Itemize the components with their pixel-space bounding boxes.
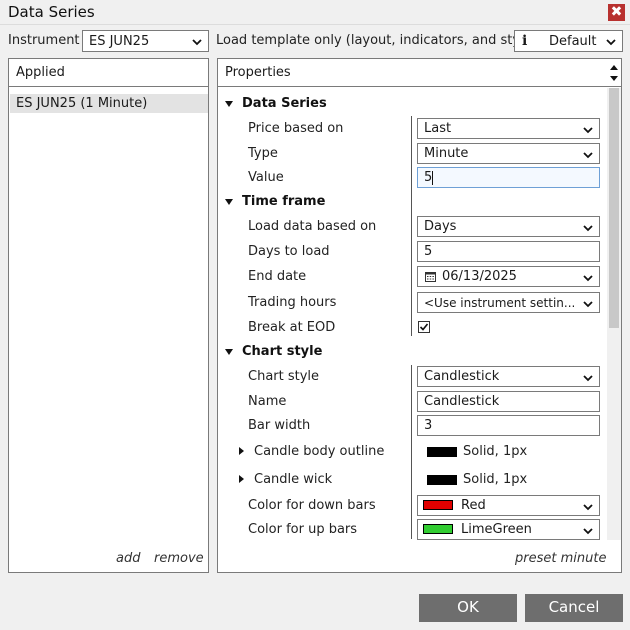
days-to-load-value: 5 [424, 244, 433, 259]
chevron-down-icon [583, 528, 593, 535]
chevron-down-icon [606, 39, 616, 46]
applied-header-label: Applied [16, 65, 65, 80]
preset-link[interactable]: preset minute [515, 551, 606, 566]
instrument-value: ES JUN25 [89, 34, 150, 49]
chart-style-label: Chart style [248, 369, 320, 384]
calendar-icon [425, 272, 436, 282]
name-label: Name [248, 394, 287, 409]
color-up-bars-label: Color for up bars [248, 522, 358, 537]
column-divider[interactable] [411, 116, 412, 336]
properties-header-label: Properties [225, 65, 291, 80]
template-label: Load template only (layout, indicators, … [216, 33, 537, 48]
chart-style-select[interactable]: Candlestick [417, 366, 600, 387]
trading-hours-select[interactable]: <Use instrument settin... [417, 292, 600, 313]
collapse-arrow-icon[interactable] [225, 349, 233, 355]
price-based-on-select[interactable]: Last [417, 118, 600, 139]
expand-arrow-icon[interactable] [239, 447, 244, 455]
checkmark-icon [419, 323, 429, 331]
days-to-load-label: Days to load [248, 244, 330, 259]
candle-body-outline-label: Candle body outline [254, 444, 385, 459]
chevron-down-icon [583, 504, 593, 511]
scrollbar-thumb[interactable] [609, 88, 619, 328]
candle-wick-value[interactable]: Solid, 1px [463, 472, 527, 487]
candle-wick-label: Candle wick [254, 472, 333, 487]
type-select[interactable]: Minute [417, 143, 600, 164]
template-selector[interactable]: i Default [514, 30, 623, 52]
candle-body-outline-value[interactable]: Solid, 1px [463, 444, 527, 459]
value-label: Value [248, 170, 284, 185]
collapse-arrow-icon[interactable] [225, 199, 233, 205]
color-up-bars-value: LimeGreen [461, 522, 532, 537]
template-value: Default [549, 34, 597, 49]
applied-panel: Applied ES JUN25 (1 Minute) add remove [8, 58, 209, 573]
candle-body-outline-swatch[interactable] [427, 447, 457, 457]
instrument-label: Instrument [8, 33, 80, 48]
break-at-eod-checkbox[interactable] [418, 321, 430, 333]
section-data-series: Data Series [242, 96, 327, 111]
column-divider[interactable] [411, 365, 412, 539]
applied-list-item[interactable]: ES JUN25 (1 Minute) [10, 94, 208, 113]
red-swatch [423, 500, 453, 510]
name-value: Candlestick [424, 394, 500, 409]
color-down-bars-label: Color for down bars [248, 498, 376, 513]
break-at-eod-label: Break at EOD [248, 320, 336, 335]
price-based-on-label: Price based on [248, 121, 344, 136]
candle-wick-swatch[interactable] [427, 475, 457, 485]
applied-header: Applied [9, 59, 208, 87]
chevron-down-icon [583, 152, 593, 159]
price-based-on-value: Last [424, 121, 452, 136]
load-data-based-on-label: Load data based on [248, 219, 377, 234]
bar-width-input[interactable]: 3 [417, 415, 600, 436]
chevron-down-icon [583, 225, 593, 232]
color-up-bars-select[interactable]: LimeGreen [417, 519, 600, 540]
color-down-bars-value: Red [461, 498, 486, 513]
load-data-based-on-select[interactable]: Days [417, 216, 600, 237]
end-date-picker[interactable]: 06/13/2025 [417, 266, 600, 287]
applied-item-label: ES JUN25 (1 Minute) [16, 96, 148, 111]
limegreen-swatch [423, 524, 453, 534]
type-label: Type [248, 146, 278, 161]
value-input[interactable]: 5 [417, 167, 600, 188]
end-date-value: 06/13/2025 [442, 269, 517, 284]
close-button[interactable]: ✖ [608, 4, 625, 21]
collapse-arrow-icon[interactable] [225, 101, 233, 107]
section-time-frame: Time frame [242, 194, 326, 209]
chart-style-value: Candlestick [424, 369, 500, 384]
text-cursor [432, 171, 433, 185]
trading-hours-label: Trading hours [248, 295, 337, 310]
add-link[interactable]: add [116, 551, 140, 566]
load-data-based-on-value: Days [424, 219, 457, 234]
trading-hours-value: <Use instrument settin... [424, 296, 574, 310]
section-chart-style: Chart style [242, 344, 323, 359]
chevron-down-icon [583, 127, 593, 134]
chevron-down-icon [583, 301, 593, 308]
info-icon: i [522, 33, 528, 49]
name-input[interactable]: Candlestick [417, 391, 600, 412]
properties-header: Properties [218, 59, 621, 87]
bar-width-label: Bar width [248, 418, 311, 433]
bar-width-value: 3 [424, 418, 433, 433]
sort-arrows-icon[interactable] [610, 62, 618, 84]
remove-link[interactable]: remove [154, 551, 204, 566]
cancel-button[interactable]: Cancel [525, 594, 623, 622]
window-title: Data Series [8, 3, 95, 21]
chevron-down-icon [583, 275, 593, 282]
type-value: Minute [424, 146, 469, 161]
chevron-down-icon [583, 375, 593, 382]
expand-arrow-icon[interactable] [239, 475, 244, 483]
properties-scrollbar[interactable] [607, 88, 621, 540]
chevron-down-icon [192, 39, 202, 46]
days-to-load-input[interactable]: 5 [417, 241, 600, 262]
properties-panel: Properties Data Series Price based on La… [217, 58, 622, 573]
instrument-selector[interactable]: ES JUN25 [82, 30, 209, 52]
end-date-label: End date [248, 269, 307, 284]
color-down-bars-select[interactable]: Red [417, 495, 600, 516]
ok-button[interactable]: OK [419, 594, 517, 622]
